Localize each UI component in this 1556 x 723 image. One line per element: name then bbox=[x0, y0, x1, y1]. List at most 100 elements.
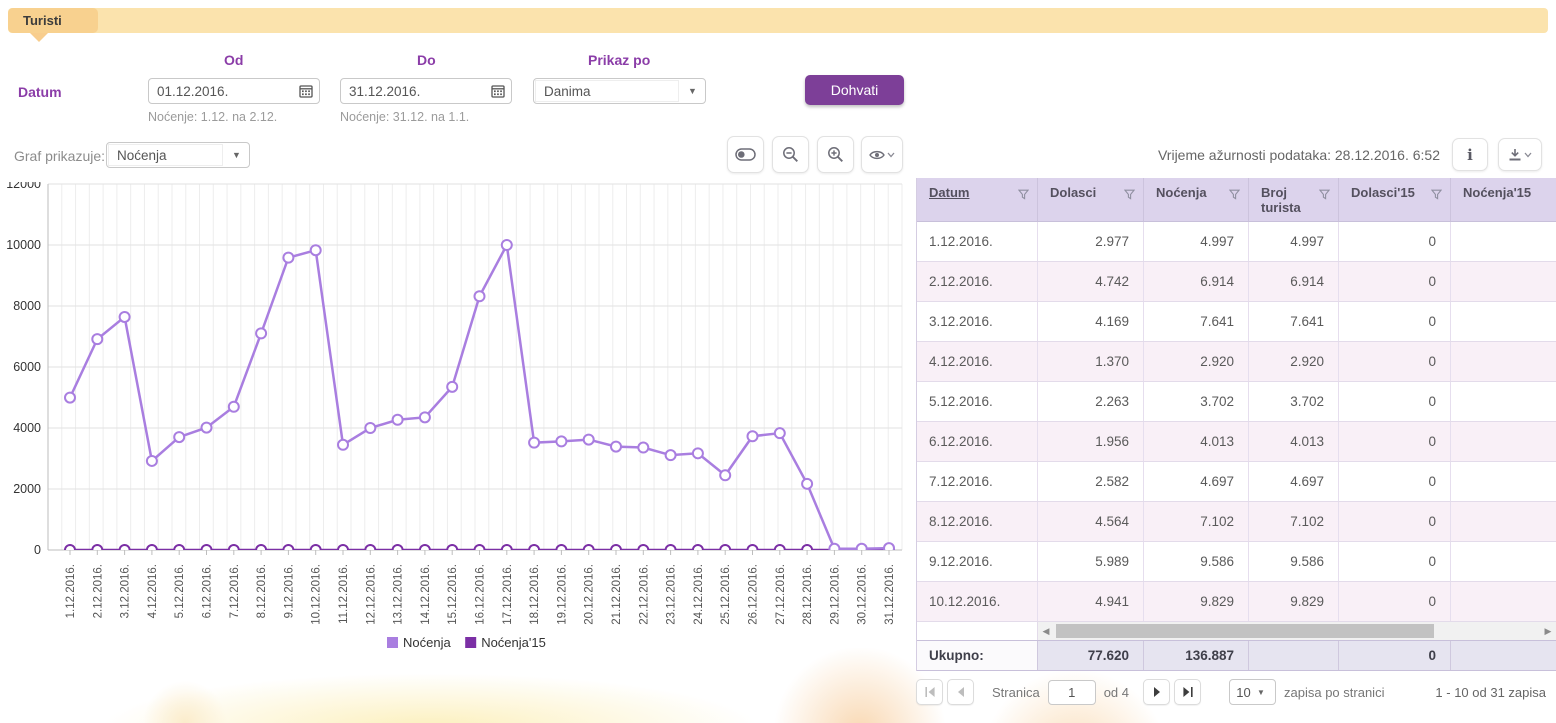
chevron-down-icon bbox=[1524, 152, 1532, 158]
calendar-icon[interactable] bbox=[293, 79, 319, 103]
svg-text:5.12.2016.: 5.12.2016. bbox=[174, 564, 186, 618]
table-cell: 2.12.2016. bbox=[917, 262, 1038, 301]
visibility-menu-button[interactable] bbox=[861, 136, 903, 173]
do-label: Do bbox=[417, 52, 436, 68]
column-header-6[interactable]: Noćenja'15 bbox=[1451, 178, 1556, 221]
table-row[interactable]: 9.12.2016.5.9899.5869.5860 bbox=[917, 542, 1556, 582]
nocenja-line-chart: 0200040006000800010000120001.12.2016.2.1… bbox=[0, 182, 910, 674]
table-cell: 7.102 bbox=[1249, 502, 1339, 541]
prikaz-po-label: Prikaz po bbox=[588, 52, 650, 68]
tab-pointer bbox=[30, 33, 48, 42]
horizontal-scrollbar[interactable]: ◀ ▶ bbox=[1038, 622, 1556, 640]
svg-text:14.12.2016.: 14.12.2016. bbox=[420, 564, 432, 625]
table-cell bbox=[1451, 542, 1556, 581]
column-header-2[interactable]: Dolasci bbox=[1038, 178, 1144, 221]
tab-title: Turisti bbox=[23, 13, 62, 28]
zoom-out-icon bbox=[782, 146, 799, 163]
column-header-4[interactable]: Broj turista bbox=[1249, 178, 1339, 221]
svg-text:21.12.2016.: 21.12.2016. bbox=[611, 564, 623, 625]
table-cell: 4.12.2016. bbox=[917, 342, 1038, 381]
table-row[interactable]: 8.12.2016.4.5647.1027.1020 bbox=[917, 502, 1556, 542]
last-page-button[interactable] bbox=[1174, 679, 1201, 705]
page-number-input[interactable] bbox=[1048, 680, 1096, 705]
total-cell: 0 bbox=[1339, 641, 1451, 670]
total-cell: 136.887 bbox=[1144, 641, 1249, 670]
toggle-series-button[interactable] bbox=[727, 136, 764, 173]
table-row[interactable]: 7.12.2016.2.5824.6974.6970 bbox=[917, 462, 1556, 502]
svg-text:23.12.2016.: 23.12.2016. bbox=[666, 564, 678, 625]
table-cell: 4.997 bbox=[1144, 222, 1249, 261]
table-cell: 3.702 bbox=[1144, 382, 1249, 421]
table-cell: 5.12.2016. bbox=[917, 382, 1038, 421]
svg-text:Noćenja'15: Noćenja'15 bbox=[481, 635, 546, 650]
prev-page-button[interactable] bbox=[947, 679, 974, 705]
table-cell bbox=[1451, 222, 1556, 261]
column-header-3[interactable]: Noćenja bbox=[1144, 178, 1249, 221]
table-row[interactable]: 2.12.2016.4.7426.9146.9140 bbox=[917, 262, 1556, 302]
table-row[interactable]: 3.12.2016.4.1697.6417.6410 bbox=[917, 302, 1556, 342]
tab-turisti[interactable]: Turisti bbox=[8, 8, 98, 33]
scrollbar-thumb[interactable] bbox=[1056, 624, 1434, 638]
table-cell bbox=[1451, 342, 1556, 381]
svg-text:12.12.2016.: 12.12.2016. bbox=[365, 564, 377, 625]
last-page-icon bbox=[1182, 686, 1194, 698]
tab-bar: Turisti bbox=[8, 8, 1548, 33]
table-cell: 0 bbox=[1339, 422, 1451, 461]
svg-text:13.12.2016.: 13.12.2016. bbox=[393, 564, 405, 625]
first-page-icon bbox=[924, 686, 936, 698]
table-row[interactable]: 6.12.2016.1.9564.0134.0130 bbox=[917, 422, 1556, 462]
prev-page-icon bbox=[955, 686, 967, 698]
table-cell: 4.564 bbox=[1038, 502, 1144, 541]
table-cell bbox=[1451, 382, 1556, 421]
column-label: Broj turista bbox=[1261, 186, 1319, 221]
svg-text:29.12.2016.: 29.12.2016. bbox=[829, 564, 841, 625]
table-cell: 0 bbox=[1339, 382, 1451, 421]
filter-icon[interactable] bbox=[1229, 189, 1240, 200]
table-cell: 0 bbox=[1339, 262, 1451, 301]
scroll-left-icon[interactable]: ◀ bbox=[1038, 626, 1054, 637]
svg-text:27.12.2016.: 27.12.2016. bbox=[775, 564, 787, 625]
zoom-in-icon bbox=[827, 146, 844, 163]
zoom-in-button[interactable] bbox=[817, 136, 854, 173]
export-button[interactable] bbox=[1498, 138, 1542, 171]
table-row[interactable]: 1.12.2016.2.9774.9974.9970 bbox=[917, 222, 1556, 262]
svg-text:17.12.2016.: 17.12.2016. bbox=[502, 564, 514, 625]
scroll-right-icon[interactable]: ▶ bbox=[1540, 626, 1556, 637]
next-page-icon bbox=[1151, 686, 1163, 698]
table-cell: 0 bbox=[1339, 502, 1451, 541]
table-row[interactable]: 4.12.2016.1.3702.9202.9200 bbox=[917, 342, 1556, 382]
table-cell: 3.12.2016. bbox=[917, 302, 1038, 341]
date-to-input[interactable] bbox=[341, 84, 485, 99]
svg-text:20.12.2016.: 20.12.2016. bbox=[584, 564, 596, 625]
table-cell: 0 bbox=[1339, 542, 1451, 581]
table-cell: 4.997 bbox=[1249, 222, 1339, 261]
filter-icon[interactable] bbox=[1319, 189, 1330, 200]
filter-icon[interactable] bbox=[1018, 189, 1029, 200]
column-header-1[interactable]: Datum bbox=[917, 178, 1038, 221]
zoom-out-button[interactable] bbox=[772, 136, 809, 173]
table-cell: 1.956 bbox=[1038, 422, 1144, 461]
prikaz-po-select[interactable]: Danima ▼ bbox=[533, 78, 706, 104]
info-button[interactable]: i bbox=[1452, 138, 1488, 171]
table-row[interactable]: 5.12.2016.2.2633.7023.7020 bbox=[917, 382, 1556, 422]
filter-icon[interactable] bbox=[1431, 189, 1442, 200]
table-cell bbox=[1451, 502, 1556, 541]
prikaz-po-value: Danima bbox=[535, 80, 679, 102]
table-cell bbox=[1451, 262, 1556, 301]
svg-text:0: 0 bbox=[34, 543, 41, 557]
graf-prikazuje-select[interactable]: Noćenja ▼ bbox=[106, 142, 250, 168]
date-from-input[interactable] bbox=[149, 84, 293, 99]
next-page-button[interactable] bbox=[1143, 679, 1170, 705]
column-header-5[interactable]: Dolasci'15 bbox=[1339, 178, 1451, 221]
dohvati-button[interactable]: Dohvati bbox=[805, 75, 904, 105]
eye-icon bbox=[869, 149, 885, 161]
table-cell: 4.013 bbox=[1249, 422, 1339, 461]
table-cell: 4.697 bbox=[1249, 462, 1339, 501]
calendar-icon[interactable] bbox=[485, 79, 511, 103]
table-cell: 0 bbox=[1339, 302, 1451, 341]
filter-icon[interactable] bbox=[1124, 189, 1135, 200]
page-size-label: zapisa po stranici bbox=[1284, 685, 1384, 700]
page-size-select[interactable]: 10 ▼ bbox=[1229, 679, 1276, 705]
table-row[interactable]: 10.12.2016.4.9419.8299.8290 bbox=[917, 582, 1556, 622]
first-page-button[interactable] bbox=[916, 679, 943, 705]
